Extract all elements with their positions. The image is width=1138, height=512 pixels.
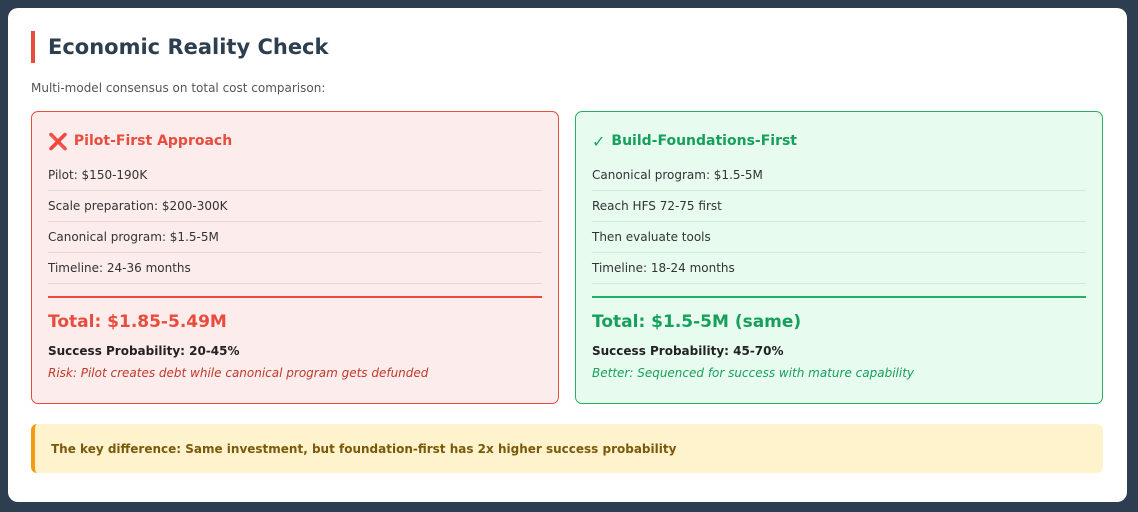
pilot-first-total: Total: $1.85-5.49M (48, 312, 227, 332)
foundations-first-total: Total: $1.5-5M (same) (592, 312, 802, 332)
foundations-first-header: ✓ Build-Foundations-First (592, 130, 1086, 152)
list-item: Timeline: 18-24 months (592, 253, 1086, 284)
page-title: Economic Reality Check (48, 35, 329, 59)
list-item: Then evaluate tools (592, 222, 1086, 253)
list-item: Timeline: 24-36 months (48, 253, 542, 284)
pilot-first-probability: Success Probability: 20-45% (48, 344, 240, 358)
list-item: Canonical program: $1.5-5M (48, 222, 542, 253)
foundations-first-card: ✓ Build-Foundations-First Canonical prog… (575, 111, 1103, 404)
pilot-first-risk-note: Risk: Pilot creates debt while canonical… (48, 366, 429, 380)
foundations-first-benefit-note: Better: Sequenced for success with matur… (592, 366, 914, 380)
list-item: Canonical program: $1.5-5M (592, 160, 1086, 191)
title-accent-bar: Economic Reality Check (31, 31, 1104, 63)
check-mark-icon: ✓ (592, 131, 606, 151)
list-item: Scale preparation: $200-300K (48, 191, 542, 222)
key-difference-callout: The key difference: Same investment, but… (31, 424, 1103, 473)
pilot-first-title: Pilot-First Approach (73, 133, 233, 149)
foundations-first-items: Canonical program: $1.5-5M Reach HFS 72-… (592, 160, 1086, 284)
pilot-first-divider (48, 296, 542, 298)
list-item: Pilot: $150-190K (48, 160, 542, 191)
foundations-first-probability: Success Probability: 45-70% (592, 344, 784, 358)
economic-reality-panel: Economic Reality Check Multi-model conse… (8, 8, 1127, 502)
cross-mark-icon: ❌ (48, 131, 68, 151)
page-subtitle: Multi-model consensus on total cost comp… (31, 81, 326, 95)
list-item: Reach HFS 72-75 first (592, 191, 1086, 222)
pilot-first-card: ❌ Pilot-First Approach Pilot: $150-190K … (31, 111, 559, 404)
pilot-first-items: Pilot: $150-190K Scale preparation: $200… (48, 160, 542, 284)
pilot-first-header: ❌ Pilot-First Approach (48, 130, 542, 152)
foundations-first-title: Build-Foundations-First (611, 133, 798, 149)
foundations-first-divider (592, 296, 1086, 298)
comparison-cards: ❌ Pilot-First Approach Pilot: $150-190K … (31, 111, 1104, 404)
